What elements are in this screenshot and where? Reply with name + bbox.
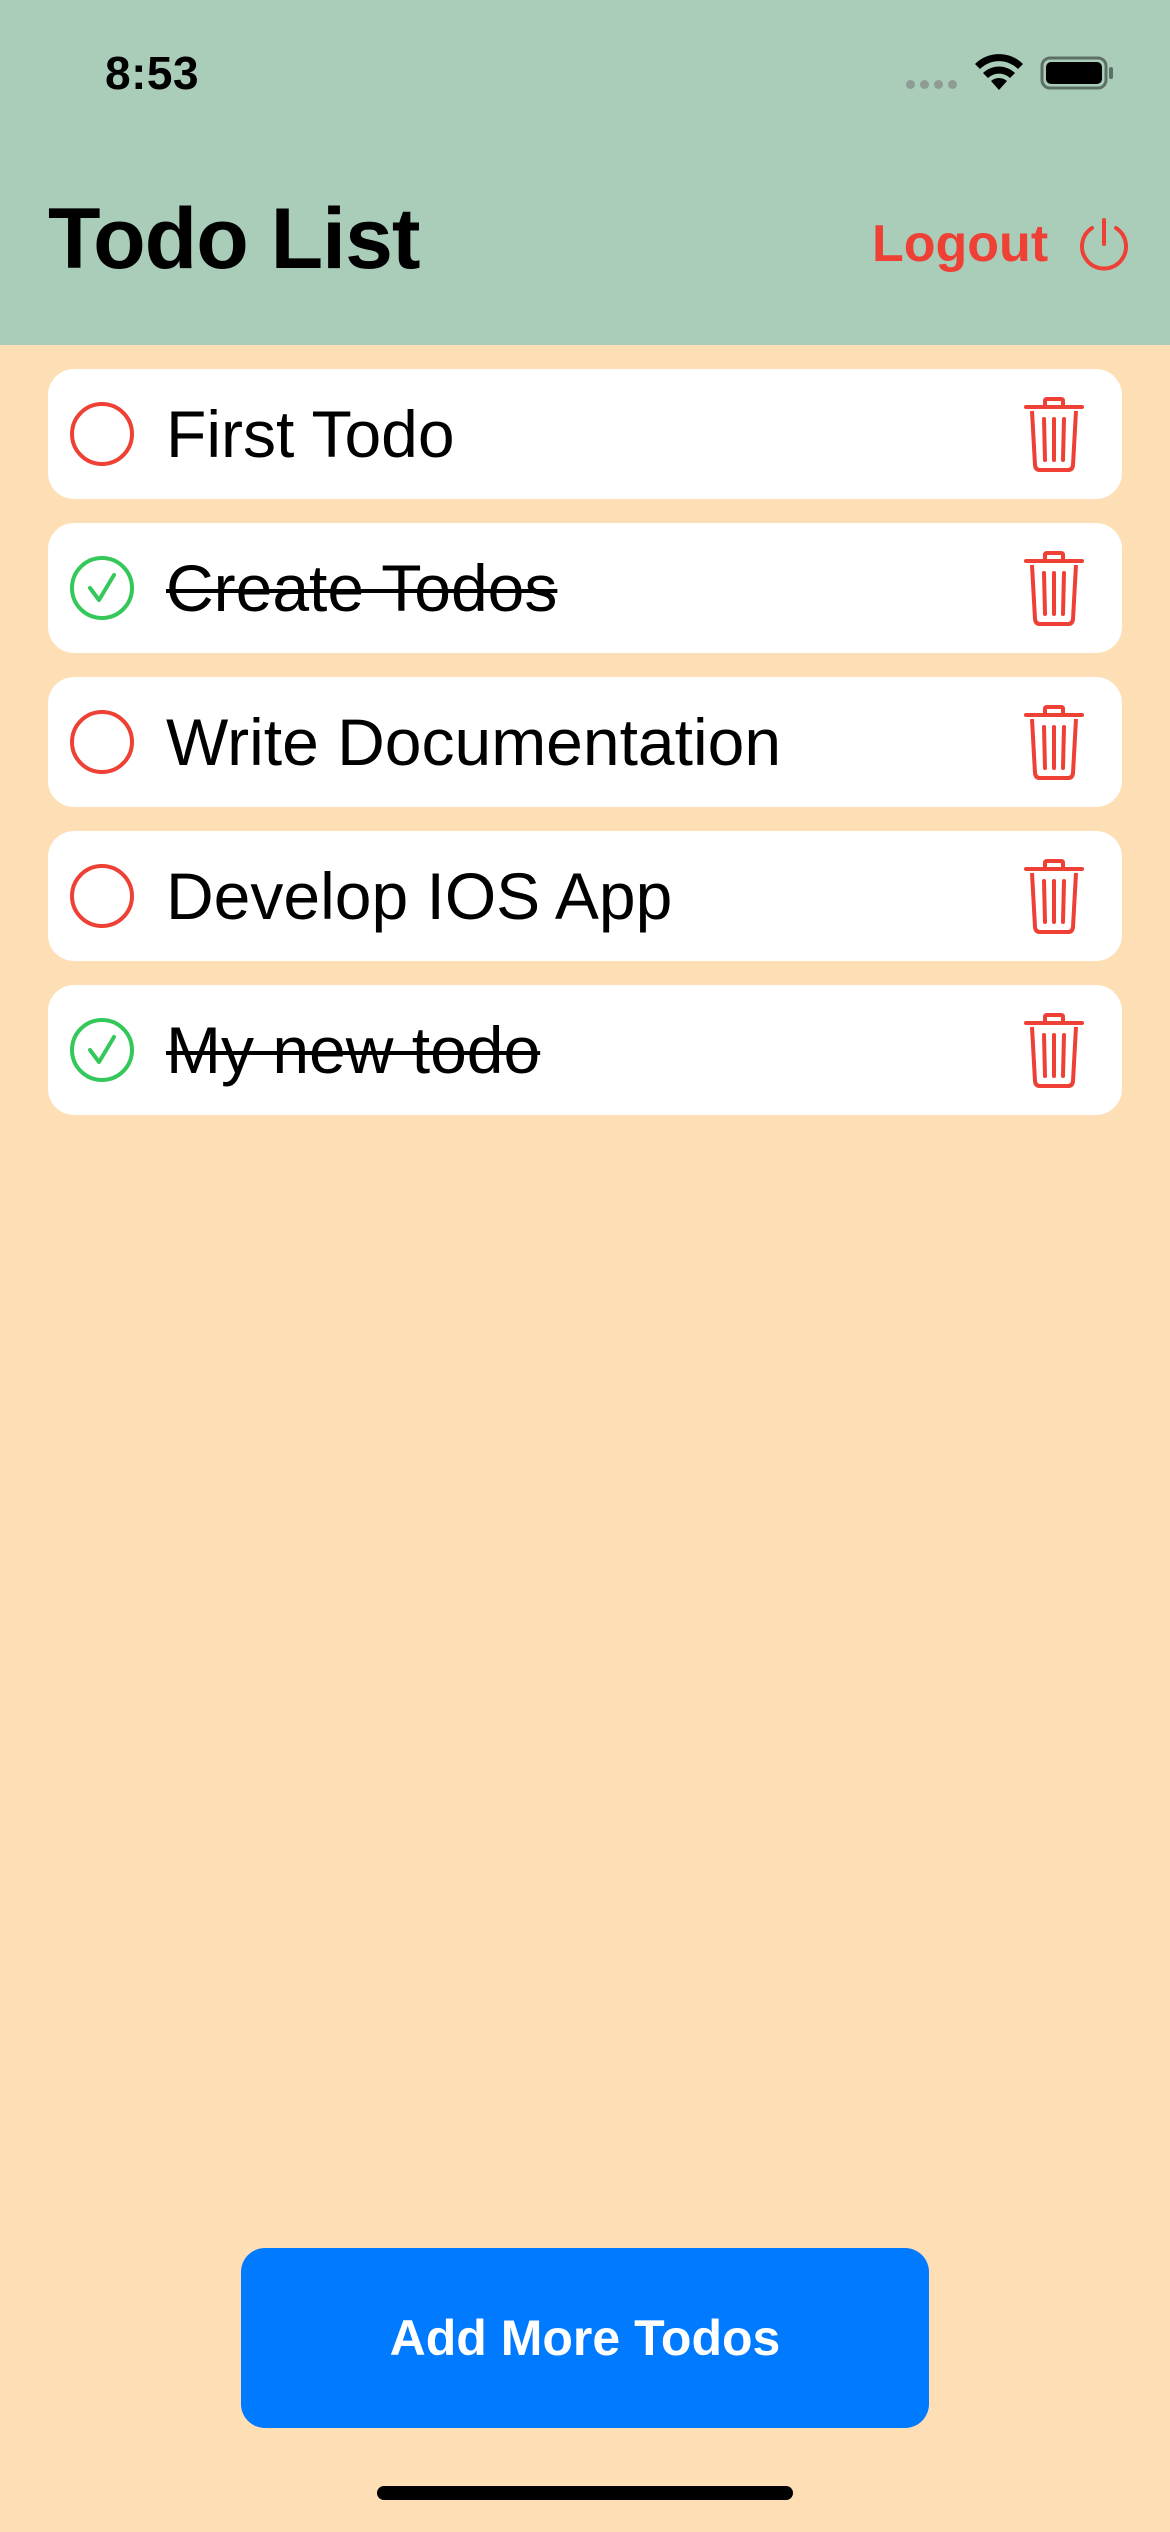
trash-icon[interactable]	[1023, 705, 1085, 781]
cellular-signal-icon	[906, 80, 957, 89]
check-circle-icon[interactable]	[68, 554, 136, 622]
empty-circle-icon[interactable]	[68, 400, 136, 468]
check-circle-icon[interactable]	[68, 1016, 136, 1084]
todo-row[interactable]: My new todo	[48, 985, 1122, 1115]
todo-row[interactable]: Write Documentation	[48, 677, 1122, 807]
todo-text: Develop IOS App	[166, 859, 673, 933]
todo-text: My new todo	[166, 1013, 541, 1087]
todo-row[interactable]: Develop IOS App	[48, 831, 1122, 961]
empty-circle-icon[interactable]	[68, 708, 136, 776]
trash-icon[interactable]	[1023, 551, 1085, 627]
status-time: 8:53	[105, 47, 200, 99]
add-more-todos-button[interactable]: Add More Todos	[241, 2248, 929, 2428]
header-bar: 8:53 Todo List Logout	[0, 0, 1170, 345]
todo-row[interactable]: Create Todos	[48, 523, 1122, 653]
empty-circle-icon[interactable]	[68, 862, 136, 930]
logout-label: Logout	[872, 215, 1049, 273]
todo-text: First Todo	[166, 397, 455, 471]
power-icon	[1080, 218, 1129, 271]
page-title: Todo List	[48, 191, 421, 287]
todo-text: Write Documentation	[166, 705, 782, 779]
home-indicator	[377, 2486, 793, 2500]
todo-list: First Todo Create Todos Write Documentatio…	[48, 369, 1122, 1139]
todo-row[interactable]: First Todo	[48, 369, 1122, 499]
logout-button[interactable]: Logout	[872, 212, 1132, 276]
todo-text: Create Todos	[166, 551, 558, 625]
trash-icon[interactable]	[1023, 397, 1085, 473]
wifi-icon	[975, 54, 1023, 90]
trash-icon[interactable]	[1023, 859, 1085, 935]
trash-icon[interactable]	[1023, 1013, 1085, 1089]
battery-icon	[1040, 56, 1113, 90]
